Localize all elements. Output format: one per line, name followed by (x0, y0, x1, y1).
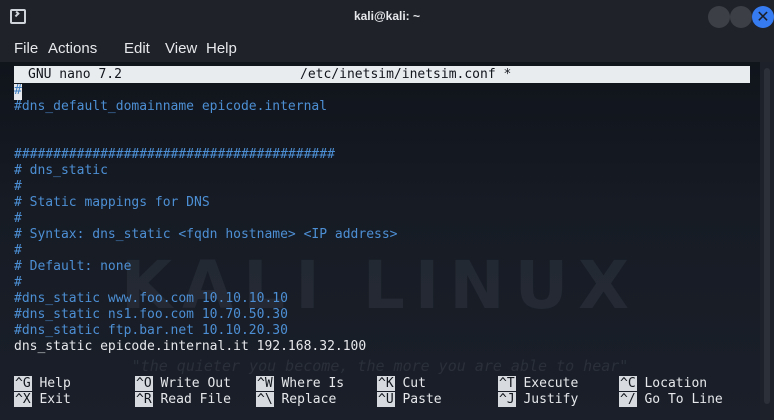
shortcut-help[interactable]: ^G Help (14, 376, 71, 391)
shortcut-key: ^\ (256, 392, 274, 407)
shortcut-label: Write Out (160, 376, 231, 391)
shortcut-key: ^X (14, 392, 32, 407)
shortcut-key: ^J (498, 392, 516, 407)
menu-view[interactable]: View (165, 40, 197, 57)
shortcut-cut[interactable]: ^K Cut (377, 376, 426, 391)
shortcut-label: Help (39, 376, 71, 391)
menu-edit[interactable]: Edit (124, 40, 150, 57)
shortcut-label: Justify (523, 392, 579, 407)
editor-line[interactable]: # (14, 179, 22, 195)
terminal-window: kali@kali: ~ ✕ File Actions Edit View He… (0, 0, 774, 420)
shortcut-execute[interactable]: ^T Execute (498, 376, 578, 391)
shortcut-location[interactable]: ^C Location (619, 376, 707, 391)
editor-line[interactable]: #dns_default_domainname epicode.internal (14, 99, 327, 115)
menu-actions[interactable]: Actions (48, 40, 97, 57)
editor-line[interactable]: # (14, 83, 22, 99)
shortcut-label: Execute (523, 376, 579, 391)
maximize-button[interactable] (730, 6, 752, 28)
shortcut-where-is[interactable]: ^W Where Is (256, 376, 344, 391)
menu-file[interactable]: File (14, 40, 38, 57)
editor-line[interactable]: # (14, 243, 22, 259)
editor-line[interactable]: dns_static epicode.internal.it 192.168.3… (14, 339, 366, 355)
shortcut-label: Cut (402, 376, 426, 391)
shortcut-label: Read File (160, 392, 231, 407)
editor-line[interactable]: ########################################… (14, 147, 335, 163)
shortcut-label: Go To Line (644, 392, 723, 407)
shortcut-read-file[interactable]: ^R Read File (135, 392, 231, 407)
menu-bar: File Actions Edit View Help (0, 34, 774, 62)
shortcut-replace[interactable]: ^\ Replace (256, 392, 336, 407)
shortcut-key: ^/ (619, 392, 637, 407)
shortcut-key: ^U (377, 392, 395, 407)
editor-line[interactable]: # Static mappings for DNS (14, 195, 210, 211)
shortcut-label: Replace (281, 392, 337, 407)
window-title: kali@kali: ~ (353, 9, 421, 23)
scrollbar[interactable] (760, 62, 774, 420)
shortcut-key: ^T (498, 376, 516, 391)
terminal-content[interactable]: KALI LINUX "the quieter you become, the … (0, 62, 760, 420)
shortcut-exit[interactable]: ^X Exit (14, 392, 71, 407)
title-bar[interactable]: kali@kali: ~ ✕ (0, 0, 774, 34)
shortcut-key: ^W (256, 376, 274, 391)
nano-version: GNU nano 7.2 (28, 67, 122, 82)
shortcut-label: Location (644, 376, 708, 391)
shortcut-key: ^G (14, 376, 32, 391)
shortcut-justify[interactable]: ^J Justify (498, 392, 578, 407)
editor-line[interactable]: # Default: none (14, 259, 131, 275)
editor-line[interactable]: # dns_static (14, 163, 108, 179)
nano-header: GNU nano 7.2 /etc/inetsim/inetsim.conf * (14, 66, 750, 83)
minimize-button[interactable] (708, 6, 730, 28)
shortcut-key: ^C (619, 376, 637, 391)
shortcut-go-to-line[interactable]: ^/ Go To Line (619, 392, 723, 407)
close-icon[interactable]: ✕ (752, 6, 774, 28)
shortcut-write-out[interactable]: ^O Write Out (135, 376, 231, 391)
editor-line[interactable]: # (14, 211, 22, 227)
editor-line[interactable]: # (14, 275, 22, 291)
shortcut-key: ^O (135, 376, 153, 391)
shortcut-label: Where Is (281, 376, 345, 391)
editor-line[interactable]: #dns_static www.foo.com 10.10.10.10 (14, 291, 288, 307)
editor-line[interactable]: # Syntax: dns_static <fqdn hostname> <IP… (14, 227, 398, 243)
shortcut-paste[interactable]: ^U Paste (377, 392, 442, 407)
kali-quote: "the quieter you become, the more you ar… (131, 357, 629, 375)
shortcut-label: Exit (39, 392, 71, 407)
editor-line[interactable]: #dns_static ns1.foo.com 10.70.50.30 (14, 307, 288, 323)
editor-line[interactable]: #dns_static ftp.bar.net 10.10.20.30 (14, 323, 288, 339)
scrollbar-thumb[interactable] (764, 68, 770, 404)
nano-filename: /etc/inetsim/inetsim.conf * (300, 67, 512, 82)
shortcut-key: ^K (377, 376, 395, 391)
shortcut-key: ^R (135, 392, 153, 407)
menu-help[interactable]: Help (206, 40, 237, 57)
shortcut-label: Paste (402, 392, 442, 407)
